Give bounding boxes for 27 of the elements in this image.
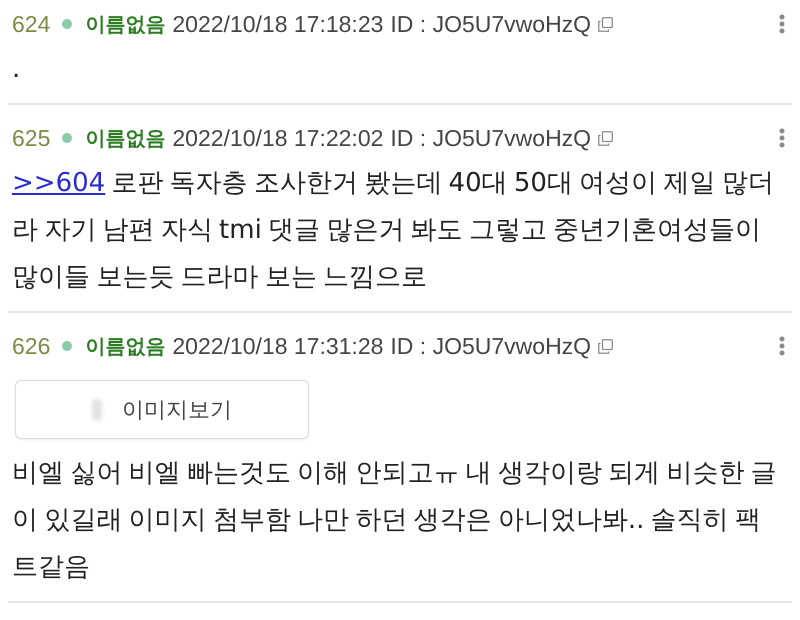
more-options-icon[interactable] xyxy=(779,336,785,356)
post-number: 626 xyxy=(12,332,50,360)
author-name: 이름없음 xyxy=(85,12,166,38)
post-id: ID : JO5U7vwoHzQ xyxy=(390,332,592,360)
dot-icon xyxy=(62,341,72,351)
post-date: 2022/10/18 17:31:28 xyxy=(172,332,384,360)
post-text: . xyxy=(12,53,22,86)
post-number: 625 xyxy=(12,124,50,152)
post-date: 2022/10/18 17:18:23 xyxy=(172,10,384,38)
image-view-button[interactable]: 이미지보기 xyxy=(15,380,309,439)
more-options-icon[interactable] xyxy=(779,14,785,34)
reply-link[interactable]: >>604 xyxy=(12,168,106,198)
post-text: >>604 로판 독자층 조사한거 봤는데 40대 50대 여성이 제일 많더라 자기 남편 자식 tmi 댓글 많은거 봐도 그렇고 중년기혼여성들이 많이들 보는듯 드라마 보는 느낌으로 xyxy=(12,167,775,294)
copy-icon[interactable] xyxy=(598,338,614,354)
author-name: 이름없음 xyxy=(85,126,166,152)
dot-icon xyxy=(62,133,72,143)
copy-icon[interactable] xyxy=(598,130,614,146)
post-number: 624 xyxy=(12,10,50,38)
author-name: 이름없음 xyxy=(85,334,166,360)
dot-icon xyxy=(62,19,72,29)
copy-icon[interactable] xyxy=(598,16,614,32)
post-text: 비엘 싫어 비엘 빠는것도 이해 안되고ㅠ 내 생각이랑 되게 비슷한 글이 있길래 이미지 첨부함 나만 하던 생각은 아니었나봐.. 솔직히 팩트같음 xyxy=(12,457,778,584)
blurred-icon xyxy=(92,398,102,420)
more-options-icon[interactable] xyxy=(779,128,785,148)
post-id: ID : JO5U7vwoHzQ xyxy=(390,124,592,152)
post-date: 2022/10/18 17:22:02 xyxy=(172,124,384,152)
post-id: ID : JO5U7vwoHzQ xyxy=(390,10,592,38)
